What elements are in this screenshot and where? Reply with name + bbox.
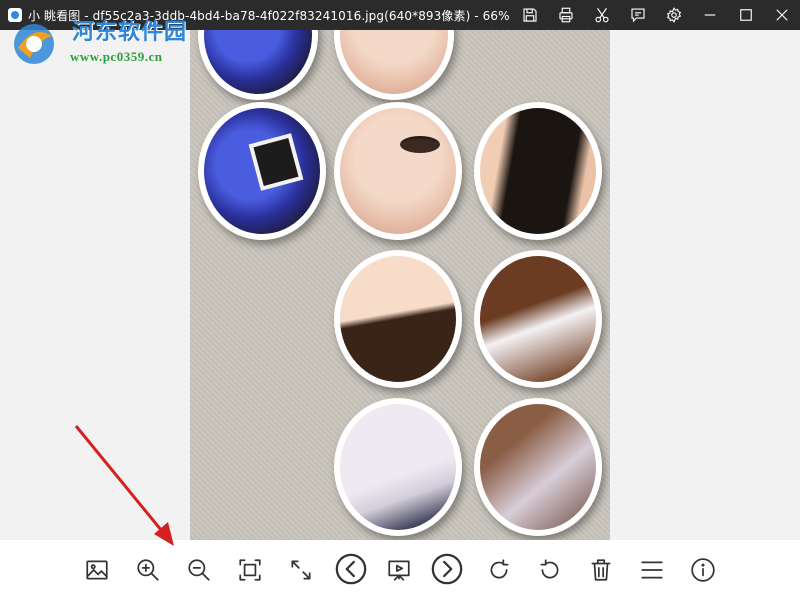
- maximize-icon[interactable]: [728, 0, 764, 30]
- photo-circle: [198, 30, 318, 100]
- previous-icon[interactable]: [333, 551, 369, 587]
- close-icon[interactable]: [764, 0, 800, 30]
- image-icon[interactable]: [82, 555, 112, 585]
- fullscreen-icon[interactable]: [286, 555, 316, 585]
- eye-shape: [400, 136, 440, 153]
- image-canvas[interactable]: [190, 30, 610, 540]
- watermark-url: www.pc0359.cn: [70, 49, 163, 64]
- buckle-shape: [248, 133, 304, 191]
- photo-circle: [334, 30, 454, 100]
- next-icon[interactable]: [429, 551, 465, 587]
- fit-screen-icon[interactable]: [235, 555, 265, 585]
- photo-circle: [334, 102, 462, 240]
- zoom-in-icon[interactable]: [133, 555, 163, 585]
- minimize-icon[interactable]: [692, 0, 728, 30]
- photo-circle: [474, 102, 602, 240]
- photo-circle: [334, 398, 462, 536]
- menu-icon[interactable]: [637, 555, 667, 585]
- zoom-out-icon[interactable]: [184, 555, 214, 585]
- rotate-right-icon[interactable]: [484, 555, 514, 585]
- watermark: 河东软件园 www.pc0359.cn: [4, 6, 204, 66]
- rotate-left-icon[interactable]: [535, 555, 565, 585]
- comment-icon[interactable]: [620, 0, 656, 30]
- watermark-logo-icon: [14, 24, 54, 64]
- scissors-icon[interactable]: [584, 0, 620, 30]
- photo-circle: [334, 250, 462, 388]
- watermark-title: 河东软件园: [72, 19, 188, 45]
- title-controls: [512, 0, 800, 30]
- delete-icon[interactable]: [586, 555, 616, 585]
- photo-circle: [198, 102, 326, 240]
- save-icon[interactable]: [512, 0, 548, 30]
- slideshow-icon[interactable]: [384, 555, 414, 585]
- photo-circle: [474, 398, 602, 536]
- print-icon[interactable]: [548, 0, 584, 30]
- photo-circle: [474, 250, 602, 388]
- gear-icon[interactable]: [656, 0, 692, 30]
- annotation-arrow-icon: [74, 425, 174, 546]
- info-icon[interactable]: [688, 555, 718, 585]
